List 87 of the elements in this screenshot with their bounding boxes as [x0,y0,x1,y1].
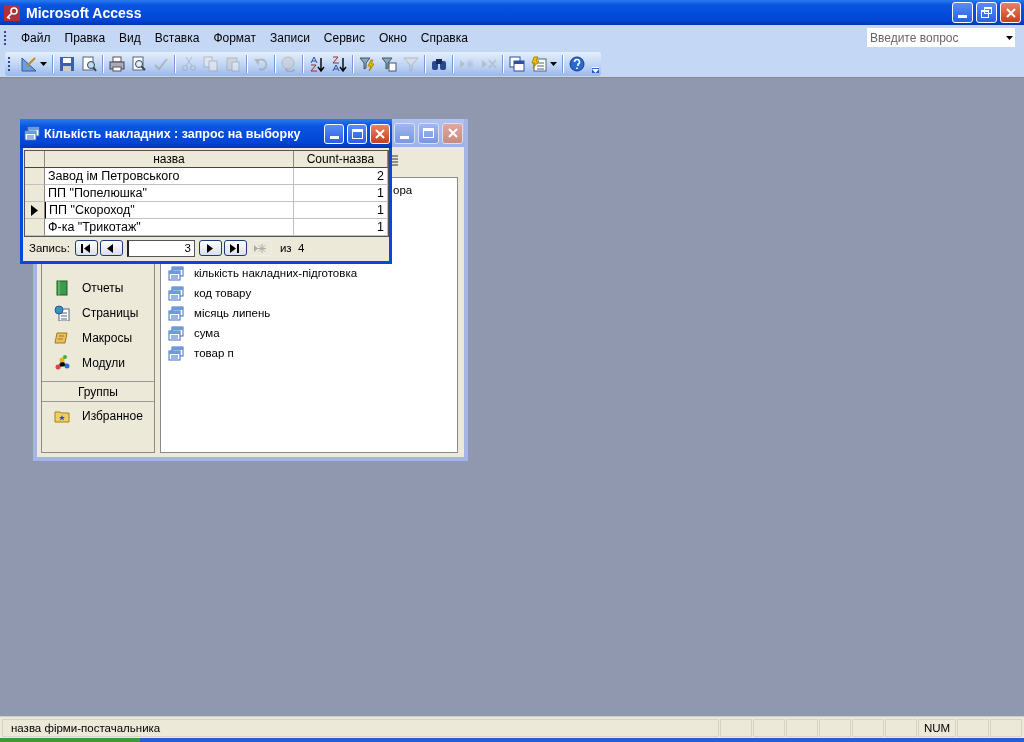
query-list-item[interactable]: місяць липень [161,303,271,323]
status-indicator: NUM [918,718,956,737]
select-all-cell[interactable] [25,151,45,168]
help-icon[interactable] [569,55,585,72]
menu-item[interactable]: Правка [57,30,113,45]
minimize-icon [400,135,409,139]
query-icon [168,305,184,321]
row-selector[interactable] [25,202,45,219]
groups-header[interactable]: Группы [42,381,154,402]
restore-icon [981,7,992,18]
document-search-icon[interactable] [81,55,97,72]
query-icon [168,265,184,281]
last-record-button[interactable] [223,240,247,256]
column-header[interactable]: назва [45,151,294,168]
report-book-icon [54,279,70,296]
window-icon[interactable] [509,55,525,72]
minimize-button[interactable] [394,122,415,144]
scroll-icon [54,329,70,346]
table-cell[interactable]: 1 [294,202,388,219]
filter-form-icon[interactable] [381,55,397,72]
table-cell[interactable]: 2 [294,168,388,185]
record-count: из 4 [279,242,305,254]
menu-item[interactable]: Сервис [316,30,372,45]
column-header[interactable]: Count-назва [294,151,388,168]
first-record-button[interactable] [74,240,98,256]
menu-item[interactable]: Файл [14,30,58,45]
table-cell[interactable]: Ф-ка "Трикотаж" [45,219,294,236]
window-title: Microsoft Access [26,4,142,21]
record-label: Запись: [29,242,70,254]
lightning-filter-icon[interactable] [359,55,375,72]
globe-page-icon [54,304,70,321]
close-button[interactable] [442,122,463,144]
group-item[interactable]: Избранное [42,403,154,428]
dropdown-arrow-icon[interactable] [1006,35,1013,40]
query-icon [168,345,184,361]
record-number-field[interactable]: 3 [126,239,195,257]
menu-item[interactable]: Вид [112,30,148,45]
query-icon [168,285,184,301]
status-text: назва фірми-постачальника [2,718,719,737]
caret-icon[interactable] [40,61,47,66]
table-cell[interactable]: 1 [294,219,388,236]
close-icon [375,128,385,139]
restore-button[interactable] [976,2,997,23]
help-question-field[interactable]: Введите вопрос [866,27,1016,48]
printer-icon[interactable] [109,55,125,72]
query-list-item[interactable]: сума [161,323,220,343]
molecule-icon [54,354,70,371]
menu-item[interactable]: Вставка [147,30,207,45]
object-type-item[interactable]: Макросы [42,325,154,350]
current-row-icon [31,204,38,216]
toolbar-options-icon[interactable] [592,66,599,73]
previous-record-button[interactable] [99,240,123,256]
query-list-item[interactable]: ора [393,180,413,200]
close-icon [1005,7,1016,18]
next-record-button[interactable] [198,240,222,256]
sort-ascending-icon[interactable] [309,55,325,72]
minimize-icon [329,136,339,139]
query-list-item[interactable]: код товару [161,283,252,303]
table-cell[interactable]: 1 [294,185,388,202]
menu-item[interactable]: Записи [263,30,317,45]
menu-item[interactable]: Справка [413,30,475,45]
magnifier-page-icon[interactable] [131,55,147,72]
menu-item[interactable]: Формат [206,30,264,45]
query-icon [168,325,184,341]
caret-icon[interactable] [550,61,557,66]
object-type-item[interactable]: Страницы [42,300,154,325]
minimize-icon [958,15,967,18]
last-record-icon [229,242,242,254]
query-list-item[interactable]: товар п [161,343,234,363]
table-cell[interactable]: ПП "Попелюшка" [45,185,294,202]
query-list-item[interactable]: кількість накладних-підготовка [161,263,358,283]
object-type-item[interactable]: Модули [42,350,154,375]
new-record-icon [254,242,267,254]
maximize-button[interactable] [418,122,439,144]
close-icon [447,128,458,138]
table-cell[interactable]: ПП "Скороход" [45,202,294,219]
sort-descending-icon[interactable] [331,55,347,72]
table-cell[interactable]: Завод ім Петровського [45,168,294,185]
ruler-icon[interactable] [21,55,37,72]
window-title: Кількість накладних : запрос на выборку [44,126,301,141]
first-record-icon [80,242,93,254]
key-icon [4,4,20,21]
maximize-icon [351,128,363,139]
object-type-item[interactable]: Отчеты [42,275,154,300]
menu-item[interactable]: Окно [371,30,414,45]
maximize-icon [423,128,434,138]
datasheet-icon [24,126,40,141]
